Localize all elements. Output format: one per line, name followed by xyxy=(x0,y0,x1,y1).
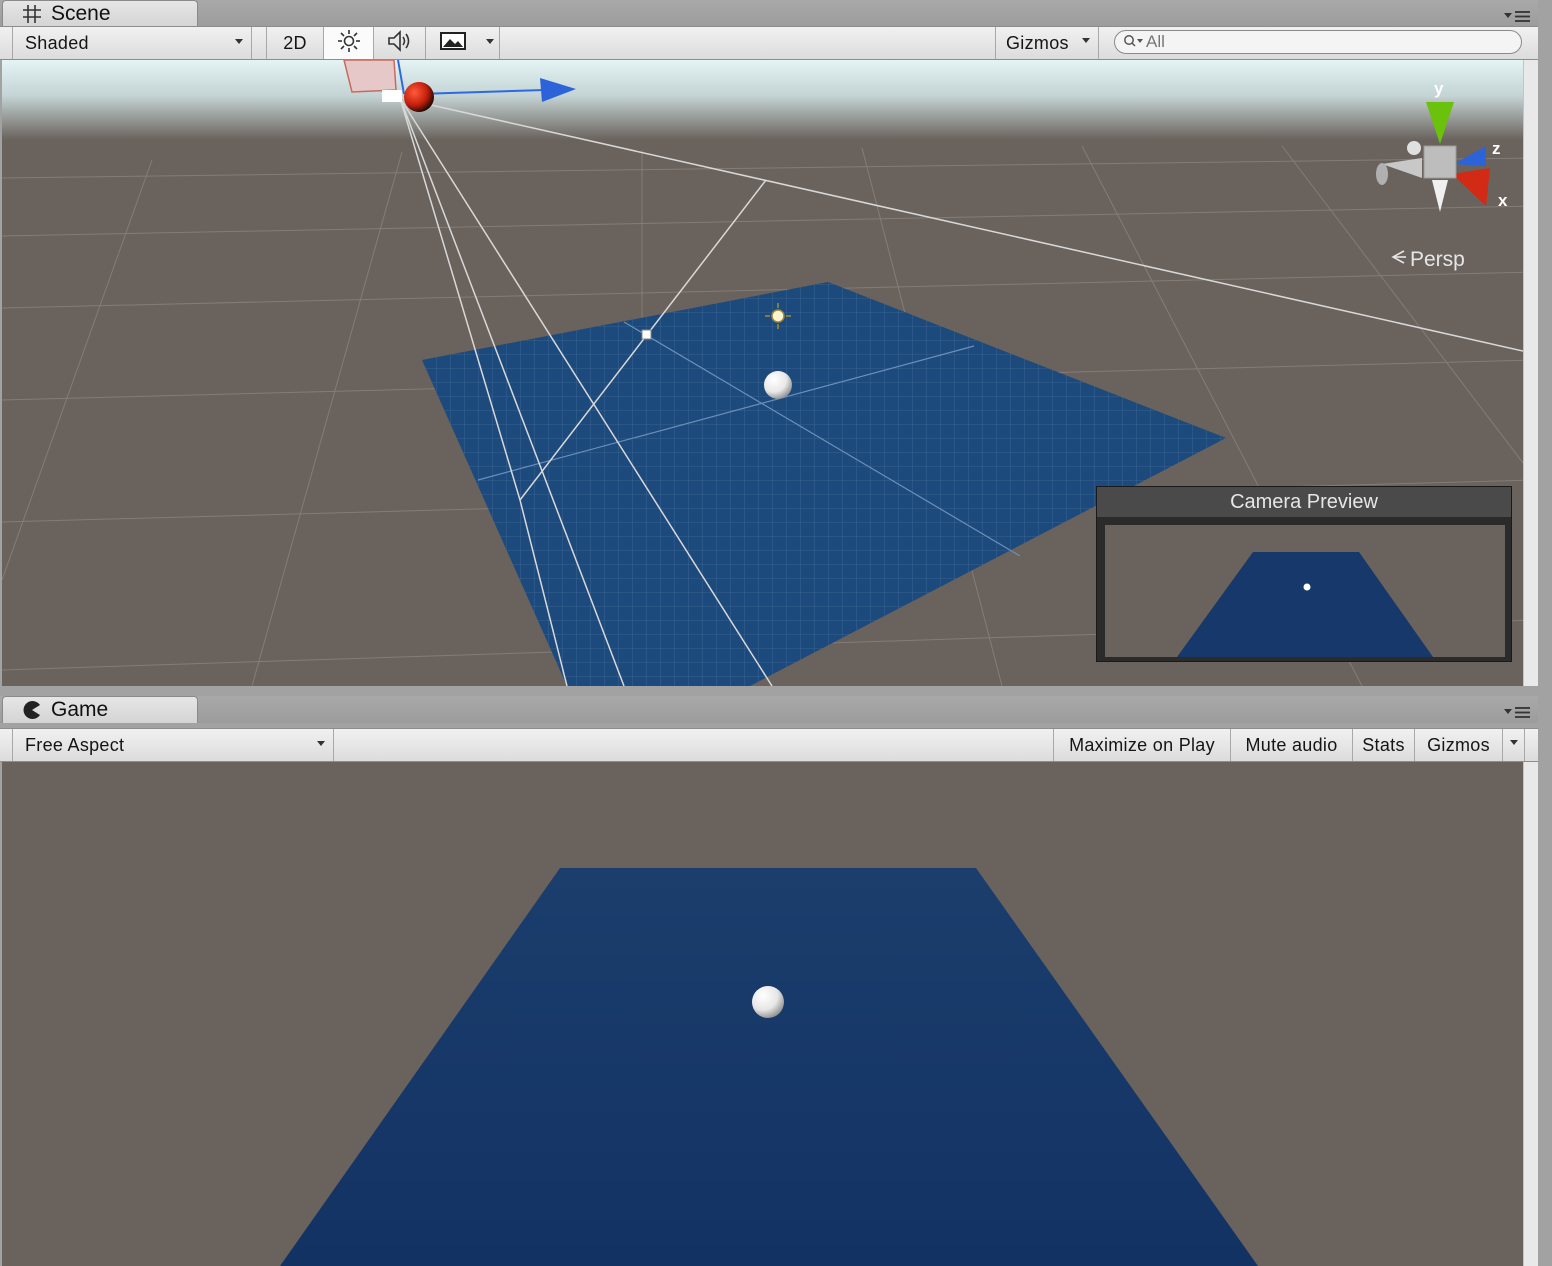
game-toolbar: Free Aspect Maximize on Play Mute audio … xyxy=(0,728,1538,762)
effects-toggle[interactable] xyxy=(426,27,480,59)
game-viewport[interactable] xyxy=(2,762,1536,1266)
axis-y-label: y xyxy=(1434,79,1444,98)
scene-tab[interactable]: Scene xyxy=(2,0,198,27)
search-placeholder: All xyxy=(1146,32,1165,51)
game-tab-bar: Game xyxy=(0,696,1538,723)
panel-menu-icon[interactable] xyxy=(1502,704,1532,720)
camera-preview-title: Camera Preview xyxy=(1097,487,1511,517)
maximize-on-play-label: Maximize on Play xyxy=(1069,734,1215,755)
game-gizmos-dropdown[interactable] xyxy=(1503,729,1525,761)
draw-mode-label: Shaded xyxy=(25,32,89,53)
panel-menu-icon[interactable] xyxy=(1502,8,1532,24)
game-ball xyxy=(752,986,784,1018)
chevron-down-icon xyxy=(486,39,494,44)
gizmos-label: Gizmos xyxy=(1006,32,1069,53)
axis-z-label: z xyxy=(1492,139,1501,158)
chevron-down-icon xyxy=(317,741,325,746)
scene-tab-label: Scene xyxy=(51,2,111,25)
chevron-left-icon xyxy=(1390,248,1406,272)
game-panel: Game Free Aspect Maximize on Play Mute a… xyxy=(0,690,1538,1266)
maximize-on-play-toggle[interactable]: Maximize on Play xyxy=(1053,729,1231,761)
scene-tab-bar: Scene xyxy=(0,0,1538,27)
game-gizmos-toggle[interactable]: Gizmos xyxy=(1415,729,1503,761)
speaker-icon xyxy=(386,29,414,58)
game-tab[interactable]: Game xyxy=(2,696,198,723)
image-icon xyxy=(440,31,466,56)
effects-dropdown[interactable] xyxy=(480,27,500,59)
chevron-down-icon xyxy=(1082,38,1090,43)
axis-x-label: x xyxy=(1498,191,1508,210)
game-tab-label: Game xyxy=(51,698,109,721)
grid-icon xyxy=(21,3,43,25)
camera-preview: Camera Preview xyxy=(1096,486,1512,662)
stats-toggle[interactable]: Stats xyxy=(1353,729,1415,761)
lighting-toggle[interactable] xyxy=(324,27,374,59)
sun-icon xyxy=(337,29,361,58)
scene-viewport[interactable]: y z x Persp Camera Preview xyxy=(2,60,1536,686)
aspect-dropdown[interactable]: Free Aspect xyxy=(12,729,334,761)
stats-label: Stats xyxy=(1362,734,1405,755)
scene-panel: Scene Shaded 2D Gizmos All y z x Persp C… xyxy=(0,0,1538,690)
mode-2d-label: 2D xyxy=(283,32,307,53)
pacman-icon xyxy=(21,699,43,721)
mute-audio-label: Mute audio xyxy=(1245,734,1338,755)
search-icon xyxy=(1123,32,1145,53)
mode-2d-button[interactable]: 2D xyxy=(266,27,324,59)
search-field[interactable]: All xyxy=(1114,30,1522,54)
game-scrollbar[interactable] xyxy=(1523,762,1538,1266)
game-gizmos-label: Gizmos xyxy=(1427,734,1490,755)
camera-preview-image xyxy=(1105,525,1505,657)
scene-scrollbar[interactable] xyxy=(1523,60,1538,686)
chevron-down-icon xyxy=(1510,740,1518,745)
mute-audio-toggle[interactable]: Mute audio xyxy=(1231,729,1353,761)
projection-toggle[interactable]: Persp xyxy=(1390,248,1465,272)
gizmos-dropdown[interactable]: Gizmos xyxy=(995,27,1099,59)
projection-label: Persp xyxy=(1410,248,1465,271)
draw-mode-dropdown[interactable]: Shaded xyxy=(12,27,252,59)
ball[interactable] xyxy=(764,371,792,399)
aspect-label: Free Aspect xyxy=(25,734,125,755)
audio-toggle[interactable] xyxy=(374,27,426,59)
scene-toolbar: Shaded 2D Gizmos All xyxy=(0,26,1538,60)
chevron-down-icon xyxy=(235,39,243,44)
frustum-handle[interactable] xyxy=(641,329,652,340)
